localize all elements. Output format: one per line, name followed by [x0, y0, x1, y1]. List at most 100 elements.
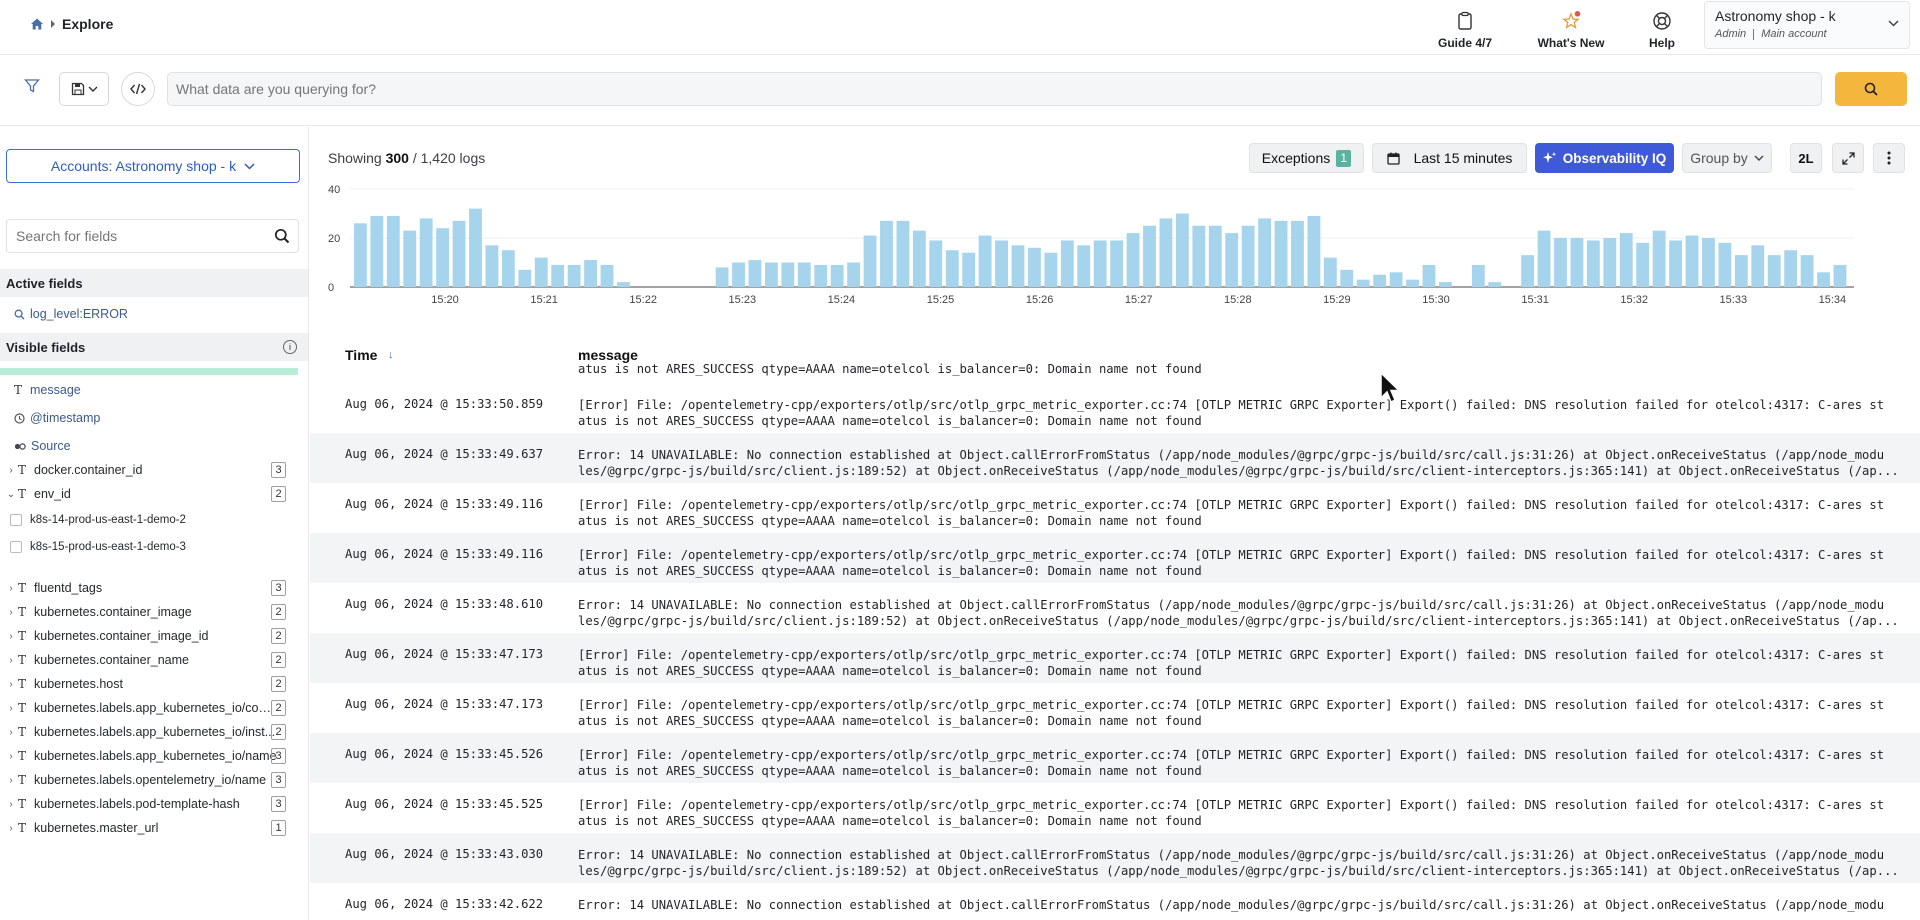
histogram-bar[interactable] [1488, 282, 1502, 287]
histogram-bar[interactable] [1225, 233, 1239, 287]
histogram-bar[interactable] [436, 228, 450, 287]
caret-right-icon[interactable]: › [4, 799, 18, 810]
observability-iq-button[interactable]: Observability IQ [1535, 143, 1674, 173]
field-item[interactable]: › Tkubernetes.master_url 1 [0, 816, 300, 840]
histogram-bar[interactable] [1028, 247, 1041, 287]
histogram-bar[interactable] [1159, 218, 1173, 287]
query-input[interactable] [167, 72, 1822, 106]
histogram-bar[interactable] [1570, 238, 1584, 287]
info-icon[interactable]: i [283, 340, 297, 354]
histogram-bar[interactable] [715, 267, 729, 287]
histogram-bar[interactable] [370, 215, 384, 287]
histogram-bar[interactable] [1537, 230, 1551, 287]
histogram-bar[interactable] [814, 264, 828, 287]
histogram-bar[interactable] [1175, 213, 1189, 288]
histogram-bar[interactable] [1373, 274, 1387, 287]
visible-field-source[interactable]: Source [14, 434, 308, 458]
table-row[interactable]: Aug 06, 2024 @ 15:33:45.526 [Error] File:… [310, 733, 1920, 783]
histogram-bar[interactable] [748, 260, 762, 287]
histogram-bar[interactable] [1044, 252, 1058, 287]
field-item[interactable]: › Tkubernetes.labels.app_kubernetes_io/na… [0, 744, 300, 768]
histogram-bar[interactable] [1143, 225, 1156, 287]
histogram-bar[interactable] [551, 264, 565, 287]
histogram-bar[interactable] [1685, 235, 1699, 287]
whats-new-button[interactable]: What's New [1526, 4, 1616, 50]
histogram-bar[interactable] [1389, 272, 1403, 287]
histogram-bar[interactable] [419, 218, 433, 287]
account-switcher[interactable]: Astronomy shop - k Admin Main account [1704, 1, 1910, 49]
filter-icon[interactable] [24, 78, 40, 94]
log-histogram[interactable]: 40 20 0 15:20 15:21 15:22 15:23 15:24 15:25 15:26… [310, 179, 1920, 309]
table-row[interactable]: Aug 06, 2024 @ 15:33:50.859 [Error] File:… [310, 383, 1920, 433]
histogram-bar[interactable] [1586, 240, 1600, 287]
visible-field-timestamp[interactable]: @timestamp [14, 406, 308, 430]
histogram-bar[interactable] [1208, 225, 1222, 287]
histogram-bar[interactable] [1274, 220, 1288, 287]
run-query-button[interactable] [1835, 72, 1907, 106]
histogram-bar[interactable] [978, 235, 992, 287]
histogram-bar[interactable] [1110, 240, 1124, 287]
histogram-bar[interactable] [501, 250, 515, 287]
table-row[interactable]: atus is not ARES_SUCCESS qtype=AAAA name… [310, 359, 1920, 383]
caret-right-icon[interactable]: › [4, 631, 18, 642]
histogram-bar[interactable] [1356, 279, 1370, 287]
histogram-bar[interactable] [863, 235, 877, 287]
field-item[interactable]: › Tkubernetes.container_image_id 2 [0, 624, 300, 648]
field-item[interactable]: ⌄ Tenv_id 2 [0, 482, 300, 506]
group-by-dropdown[interactable]: Group by [1682, 143, 1772, 173]
search-icon[interactable] [274, 228, 290, 244]
histogram-bar[interactable] [1833, 264, 1847, 287]
table-row[interactable]: Aug 06, 2024 @ 15:33:49.116 [Error] File:… [310, 483, 1920, 533]
histogram-bar[interactable] [1554, 238, 1567, 287]
histogram-bar[interactable] [732, 262, 745, 288]
accounts-selector[interactable]: Accounts: Astronomy shop - k [6, 149, 300, 183]
histogram-bar[interactable] [1241, 225, 1255, 287]
exceptions-button[interactable]: Exceptions 1 [1249, 143, 1364, 173]
line-density-button[interactable]: 2L [1790, 143, 1822, 173]
field-item[interactable]: › Tkubernetes.host 2 [0, 672, 300, 696]
histogram-bar[interactable] [1011, 245, 1025, 287]
caret-down-icon[interactable]: ⌄ [4, 489, 18, 500]
histogram-bar[interactable] [1126, 233, 1140, 287]
histogram-bar[interactable] [1817, 272, 1830, 287]
histogram-bar[interactable] [1258, 218, 1271, 287]
histogram-bar[interactable] [584, 260, 597, 287]
histogram-bar[interactable] [847, 262, 861, 288]
histogram-bar[interactable] [781, 262, 795, 288]
histogram-bar[interactable] [962, 252, 976, 287]
field-item[interactable]: › Tkubernetes.labels.app_kubernetes_io/co… [0, 696, 300, 720]
histogram-bar[interactable] [1669, 240, 1682, 287]
time-range-picker[interactable]: Last 15 minutes [1372, 143, 1527, 173]
more-options-button[interactable] [1873, 143, 1905, 173]
histogram-bar[interactable] [1471, 264, 1485, 287]
histogram-bar[interactable] [1439, 282, 1452, 287]
field-item[interactable]: › Tkubernetes.container_name 2 [0, 648, 300, 672]
caret-right-icon[interactable]: › [4, 823, 18, 834]
code-mode-button[interactable] [121, 72, 155, 106]
histogram-bar[interactable] [797, 262, 811, 288]
histogram-bar[interactable] [764, 262, 778, 288]
visible-field-message[interactable]: T message [14, 378, 308, 402]
histogram-bar[interactable] [600, 264, 614, 287]
table-row[interactable]: Aug 06, 2024 @ 15:33:43.030 Error: 14 UNA… [310, 833, 1920, 883]
caret-right-icon[interactable]: › [4, 655, 18, 666]
histogram-bar[interactable] [617, 282, 630, 287]
histogram-bar[interactable] [1718, 242, 1732, 287]
histogram-bar[interactable] [1767, 255, 1781, 287]
histogram-bar[interactable] [1800, 255, 1814, 287]
histogram-bar[interactable] [403, 230, 417, 287]
histogram-bar[interactable] [1751, 245, 1765, 287]
histogram-bar[interactable] [830, 264, 844, 287]
table-row[interactable]: Aug 06, 2024 @ 15:33:47.173 [Error] File:… [310, 683, 1920, 733]
histogram-bar[interactable] [1093, 240, 1107, 287]
histogram-bar[interactable] [1340, 269, 1354, 287]
histogram-bar[interactable] [354, 223, 367, 287]
help-button[interactable]: Help [1617, 4, 1707, 50]
histogram-bar[interactable] [1323, 257, 1337, 287]
table-row[interactable]: Aug 06, 2024 @ 15:33:45.525 [Error] File:… [310, 783, 1920, 833]
field-value-checkbox[interactable] [10, 514, 22, 526]
histogram-bar[interactable] [912, 230, 926, 287]
histogram-bar[interactable] [1077, 245, 1091, 287]
field-item[interactable]: › Tkubernetes.labels.app_kubernetes_io/in… [0, 720, 300, 744]
caret-right-icon[interactable]: › [4, 465, 18, 476]
